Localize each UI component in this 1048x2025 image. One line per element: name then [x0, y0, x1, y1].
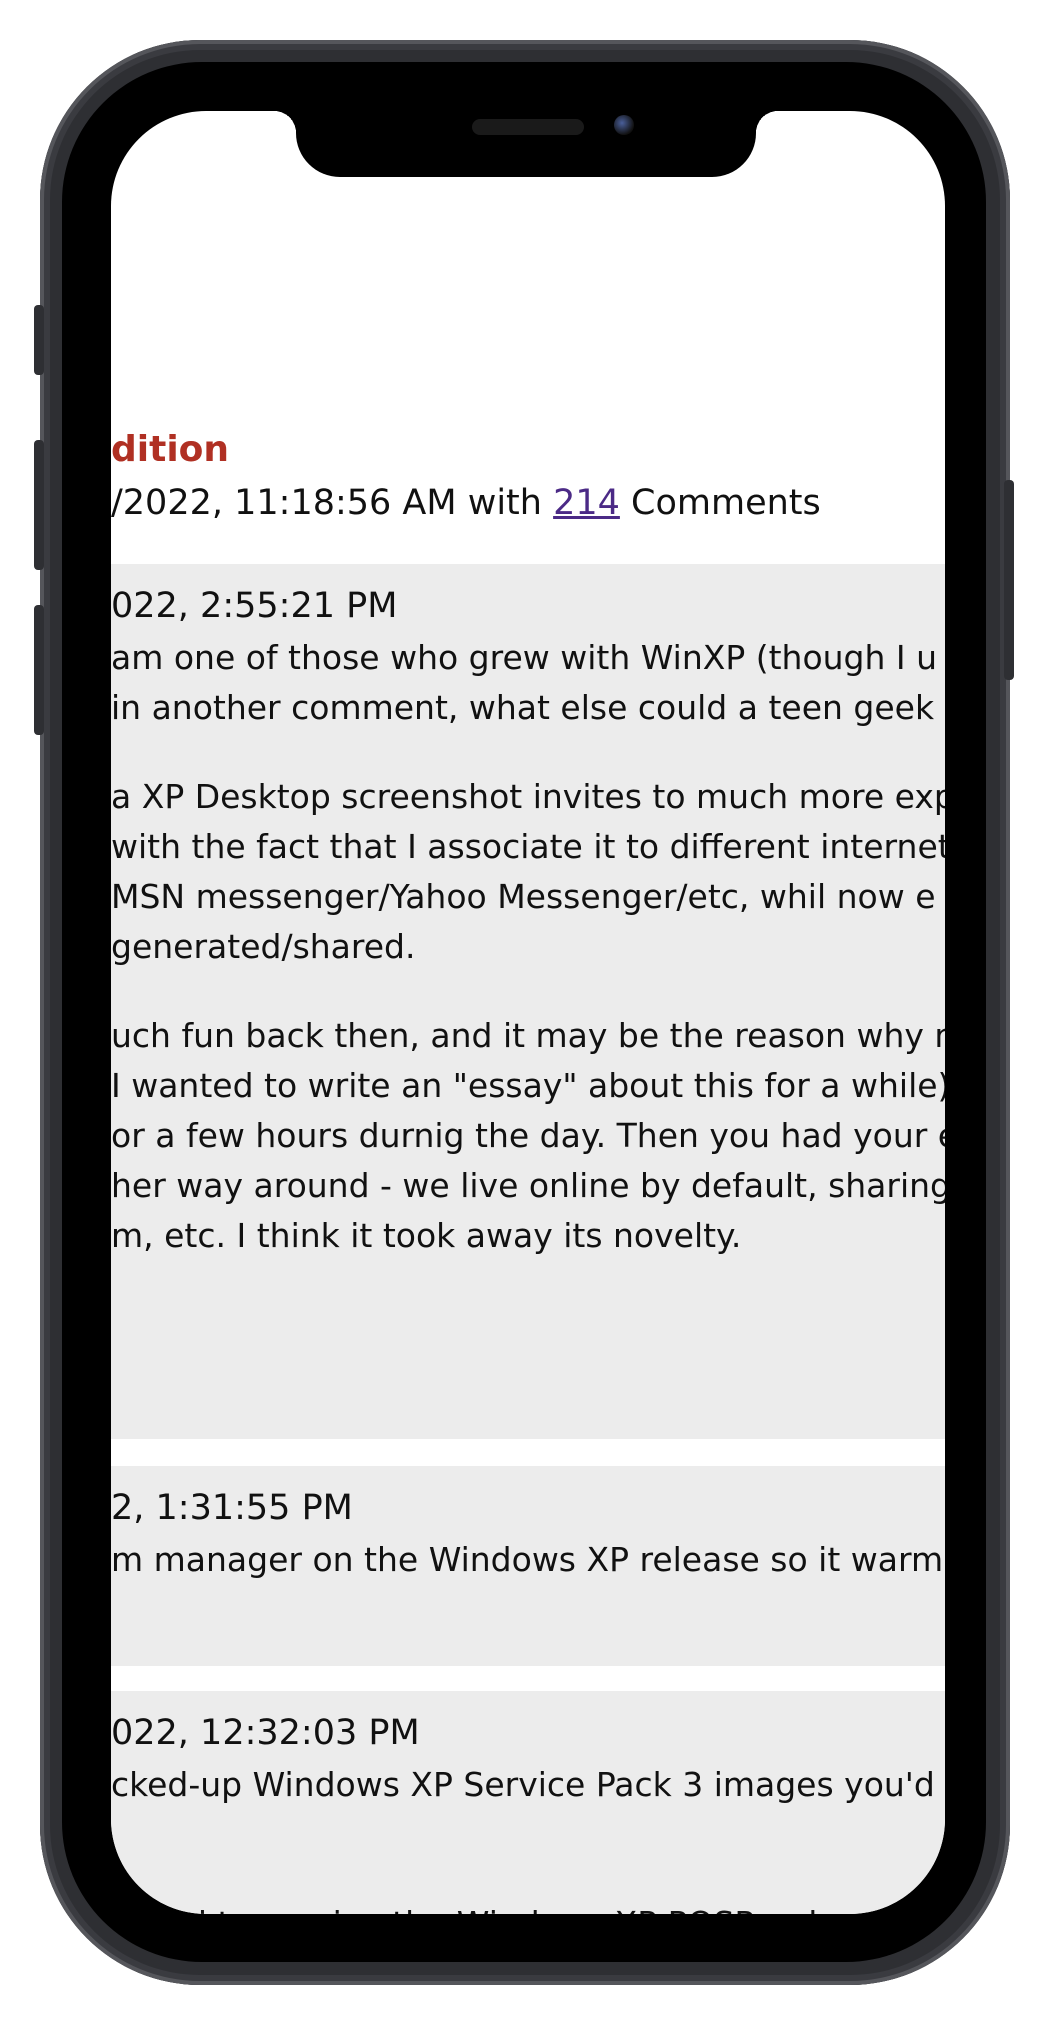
phone-screen: dition /2022, 11:18:56 AM with 214 Comme…: [111, 111, 945, 1914]
comment-text-line: uch fun back then, and it may be the rea…: [111, 1016, 945, 1055]
power-button: [1004, 480, 1014, 680]
article-title: dition: [111, 429, 230, 470]
comments-label: Comments: [619, 483, 821, 523]
article-meta: /2022, 11:18:56 AM with 214 Comments: [111, 483, 821, 523]
comment-date: 022, 2:55:21 PM: [111, 586, 398, 626]
comment-text-line: or a few hours durnig the day. Then you …: [111, 1116, 945, 1155]
comment-card: 022, 2:55:21 PM am one of those who grew…: [111, 564, 945, 1439]
comment-text-line: m, etc. I think it took away its novelty…: [111, 1216, 742, 1255]
comment-text-line: I wanted to write an "essay" about this …: [111, 1066, 945, 1105]
volume-down-button: [34, 605, 44, 735]
earpiece-speaker: [472, 119, 584, 135]
mute-switch: [34, 305, 44, 375]
comments-count-link[interactable]: 214: [553, 483, 620, 523]
article-date: /2022, 11:18:56 AM with: [111, 483, 554, 523]
comment-text-line: her way around - we live online by defau…: [111, 1166, 945, 1205]
comment-text-line: generated/shared.: [111, 927, 416, 966]
comment-text-line: with the fact that I associate it to dif…: [111, 827, 945, 866]
volume-up-button: [34, 440, 44, 570]
comment-card: 022, 12:32:03 PM cked-up Windows XP Serv…: [111, 1691, 945, 1914]
comment-text-line: gured to receive the Windows XP POSReady…: [111, 1904, 945, 1914]
comment-text-line: MSN messenger/Yahoo Messenger/etc, whil …: [111, 877, 936, 916]
page-content: dition /2022, 11:18:56 AM with 214 Comme…: [111, 111, 945, 1914]
comment-text-line: in another comment, what else could a te…: [111, 688, 945, 727]
comment-text-line: am one of those who grew with WinXP (tho…: [111, 638, 938, 677]
comment-date: 2, 1:31:55 PM: [111, 1488, 353, 1528]
comment-text-line: cked-up Windows XP Service Pack 3 images…: [111, 1765, 935, 1804]
comment-card: 2, 1:31:55 PM m manager on the Windows X…: [111, 1466, 945, 1666]
comment-date: 022, 12:32:03 PM: [111, 1713, 420, 1753]
front-camera-icon: [614, 115, 634, 135]
comment-text-line: a XP Desktop screenshot invites to much …: [111, 777, 945, 816]
comment-text-line: m manager on the Windows XP release so i…: [111, 1540, 944, 1579]
